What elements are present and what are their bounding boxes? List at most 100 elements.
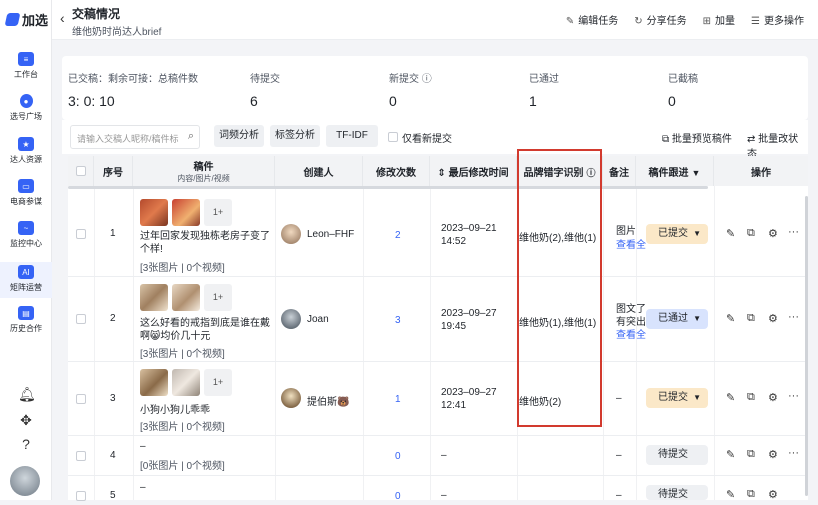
batch-preview-button[interactable]: ⧉ 批量预览稿件 [662,130,732,145]
col-follow[interactable]: 稿件跟进 ▼ [636,156,714,186]
review-icon[interactable]: ⧉ [747,488,755,501]
more-icon[interactable]: ··· [788,447,799,459]
creator-name[interactable]: 提伯斯🐻 [307,393,349,408]
edit-icon[interactable]: ✎ [726,391,735,404]
media-count: [3张图片 | 0个视频] [140,263,225,274]
edit-count[interactable]: 3 [395,315,401,326]
sort-icon[interactable]: ⇕ [437,168,448,179]
creator-avatar [281,388,301,408]
manuscript-title[interactable]: 这么好看的戒指到底是谁在戴啊😸均价几十元 [140,317,272,343]
search-icon[interactable]: ⌕ [188,130,194,143]
horizontal-scrollbar[interactable] [68,186,708,189]
more-actions-button[interactable]: ☰ 更多操作 [751,12,804,27]
thumbnail-image[interactable] [172,369,200,396]
settings-doc-icon[interactable]: ⚙ [768,488,778,501]
preview-icon: ⧉ [662,134,672,145]
thumbnail-image[interactable] [172,284,200,311]
settings-doc-icon[interactable]: ⚙ [768,312,778,325]
sidebar-item-ecommerce[interactable]: ▭ 电商参谋 [0,179,52,207]
media-count: [0张图片 | 0个视频] [140,461,225,472]
brand-logo[interactable]: 加选 [4,10,48,29]
more-icon[interactable]: ··· [788,311,799,323]
follow-status-dropdown[interactable]: 已提交 ▼ [646,388,708,408]
more-media-badge[interactable]: 1+ [204,284,232,311]
edit-icon[interactable]: ✎ [726,312,735,325]
thumbnail-image[interactable] [140,284,168,311]
review-icon[interactable]: ⧉ [747,227,755,240]
note-view-all[interactable]: 查看全 [616,236,646,251]
more-icon[interactable]: ··· [788,226,799,238]
edit-task-button[interactable]: ✎ 编辑任务 [566,12,618,27]
follow-status-dropdown[interactable]: 已提交 ▼ [646,224,708,244]
review-icon[interactable]: ⧉ [747,448,755,461]
stat-new[interactable]: 新提交 ⓘ 0 [389,70,432,109]
row-checkbox[interactable] [76,451,86,461]
review-icon[interactable]: ⧉ [747,391,755,404]
sidebar-item-history[interactable]: ▤ 历史合作 [0,306,52,334]
thumbnail-image[interactable] [140,369,168,396]
more-icon[interactable]: ··· [788,390,799,402]
row-index: 4 [110,450,116,461]
edit-icon[interactable]: ✎ [726,227,735,240]
sidebar-item-square[interactable]: ● 选号广场 [0,94,52,122]
only-new-checkbox[interactable] [388,132,398,142]
thumbnail-image[interactable] [140,199,168,226]
sidebar-item-monitor[interactable]: ~ 监控中心 [0,221,52,249]
last-modified: – [441,450,447,461]
person-icon: ● [19,94,33,108]
edit-count[interactable]: 0 [395,451,401,462]
media-count: [3张图片 | 0个视频] [140,422,225,433]
header-select-all[interactable] [68,156,94,186]
row-index: 3 [110,393,116,404]
tag-analysis-button[interactable]: 标签分析 [270,125,320,147]
edit-count[interactable]: 2 [395,230,401,241]
follow-status-dropdown[interactable]: 已通过 ▼ [646,309,708,329]
row-checkbox[interactable] [76,314,86,324]
search-input[interactable]: 请输入交稿人昵称/稿件标 ⌕ [70,125,200,149]
row-checkbox[interactable] [76,394,86,404]
add-icon: ⊞ [702,16,712,27]
settings-doc-icon[interactable]: ⚙ [768,227,778,240]
review-icon[interactable]: ⧉ [747,312,755,325]
thumbnail-image[interactable] [172,199,200,226]
stat-closed[interactable]: 已截稿 0 [668,70,698,109]
follow-status-badge: 待提交 [646,485,708,500]
note-text: – [616,490,622,501]
note-view-all[interactable]: 查看全 [616,326,646,341]
select-all-checkbox[interactable] [75,166,86,176]
back-icon[interactable]: ‹ [60,10,65,26]
creator-avatar [281,309,301,329]
row-checkbox[interactable] [76,229,86,239]
vertical-scrollbar[interactable] [805,196,808,496]
help-icon[interactable]: ? [18,436,34,452]
tfidf-button[interactable]: TF-IDF [326,125,378,147]
stat-passed[interactable]: 已通过 1 [529,70,559,109]
sidebar-item-talent[interactable]: ★ 达人资源 [0,137,52,165]
stat-pending[interactable]: 待提交 6 [250,70,280,109]
edit-count[interactable]: 1 [395,394,401,405]
row-index: 1 [110,228,116,239]
settings-doc-icon[interactable]: ⚙ [768,391,778,404]
col-last-modified[interactable]: ⇕ 最后修改时间 [430,156,517,186]
manuscript-title[interactable]: 过年回家发现独栋老房子变了个样! [140,230,270,256]
sidebar-item-matrix[interactable]: AI 矩阵运营 [0,262,52,298]
edit-count[interactable]: 0 [395,491,401,502]
sidebar-item-workbench[interactable]: ≡ 工作台 [0,52,52,80]
filter-icon[interactable]: ▼ [692,168,701,178]
creator-name[interactable]: Joan [307,314,329,325]
share-task-button[interactable]: ↻ 分享任务 [634,12,686,27]
user-avatar[interactable] [10,466,40,496]
edit-icon[interactable]: ✎ [726,448,735,461]
add-quantity-button[interactable]: ⊞ 加量 [703,12,735,27]
more-media-badge[interactable]: 1+ [204,199,232,226]
toolbar: 请输入交稿人昵称/稿件标 ⌕ 词频分析 标签分析 TF-IDF 仅看新提交 ⧉ … [62,120,808,160]
creator-name[interactable]: Leon–FHF [307,229,354,240]
creator-avatar [281,224,301,244]
bell-icon[interactable]: 🔔︎ [18,386,36,402]
edit-icon[interactable]: ✎ [726,488,735,501]
more-media-badge[interactable]: 1+ [204,369,232,396]
plugin-icon[interactable]: ✥ [18,412,34,428]
settings-doc-icon[interactable]: ⚙ [768,448,778,461]
manuscript-title[interactable]: 小狗小狗儿乖乖 [140,401,210,416]
word-freq-button[interactable]: 词频分析 [214,125,264,147]
